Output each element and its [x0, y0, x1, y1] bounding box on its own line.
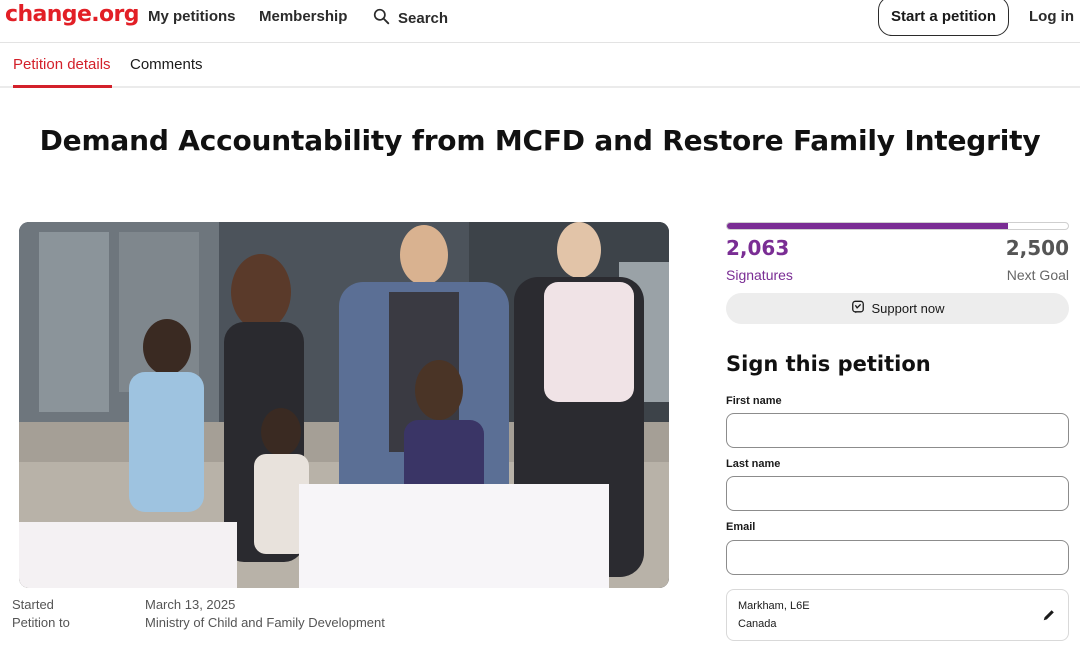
tab-petition-details[interactable]: Petition details — [13, 56, 111, 73]
signature-progress-fill — [727, 223, 1009, 229]
last-name-label: Last name — [726, 458, 781, 470]
nav-my-petitions[interactable]: My petitions — [148, 8, 236, 25]
location-postal: Markham, L6E — [738, 600, 810, 612]
support-now-label: Support now — [871, 301, 945, 316]
family-protest-photo — [19, 222, 669, 588]
nav-search-label: Search — [398, 10, 449, 27]
search-icon — [373, 8, 390, 29]
support-now-button[interactable]: Support now — [726, 293, 1069, 324]
login-link[interactable]: Log in — [1029, 8, 1074, 25]
start-petition-button[interactable]: Start a petition — [878, 0, 1009, 36]
goal-count: 2,500 — [1005, 236, 1069, 260]
sign-petition-heading: Sign this petition — [726, 352, 931, 376]
signature-count: 2,063 — [726, 236, 790, 260]
next-goal-label: Next Goal — [1006, 267, 1069, 283]
started-date: March 13, 2025 — [145, 597, 236, 612]
signature-progress-bar — [726, 222, 1069, 230]
email-label: Email — [726, 521, 756, 533]
last-name-field[interactable] — [726, 476, 1069, 511]
signatures-label: Signatures — [726, 267, 793, 283]
support-badge-icon — [851, 300, 865, 317]
petition-to-target: Ministry of Child and Family Development — [145, 615, 385, 630]
email-field[interactable] — [726, 540, 1069, 575]
pencil-icon[interactable] — [1042, 608, 1056, 622]
started-label: Started — [12, 597, 54, 612]
petition-tabs: Petition details Comments — [0, 44, 1080, 88]
petition-title: Demand Accountability from MCFD and Rest… — [39, 124, 1041, 157]
change-org-logo[interactable]: change.org — [5, 2, 140, 27]
nav-search[interactable]: Search — [373, 8, 448, 29]
location-country: Canada — [738, 618, 777, 630]
active-tab-indicator — [13, 85, 112, 88]
top-navigation: change.org My petitions Membership Searc… — [0, 0, 1080, 43]
tab-comments[interactable]: Comments — [130, 56, 203, 73]
location-selector[interactable]: Markham, L6E Canada — [726, 589, 1069, 641]
first-name-field[interactable] — [726, 413, 1069, 448]
first-name-label: First name — [726, 395, 782, 407]
petition-photo — [19, 222, 669, 588]
petition-to-label: Petition to — [12, 615, 70, 630]
nav-membership[interactable]: Membership — [259, 8, 347, 25]
